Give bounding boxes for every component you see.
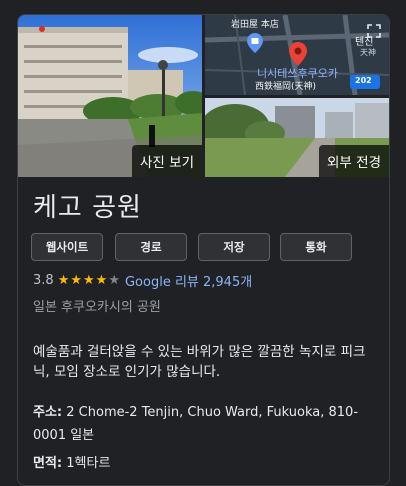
- street-view-photo[interactable]: 외부 전경: [205, 98, 389, 177]
- directions-button[interactable]: 경로: [115, 233, 187, 261]
- website-button[interactable]: 웹사이트: [31, 233, 103, 261]
- photo-grid: 사진 보기 岩田屋 本店 텐진 天神 니시테쓰후쿠오카 西鉄福岡(天神) 202…: [18, 15, 389, 177]
- address-value: 2 Chome-2 Tenjin, Chuo Ward, Fukuoka, 81…: [33, 405, 359, 443]
- map-pin-icon: [289, 42, 307, 70]
- place-description: 예술품과 걸터앉을 수 있는 바위가 많은 깔끔한 녹지로 피크닉, 모임 장소…: [33, 344, 366, 380]
- address-row: 주소: 2 Chome-2 Tenjin, Chuo Ward, Fukuoka…: [33, 401, 378, 447]
- street-view-label[interactable]: 외부 전경: [319, 145, 389, 177]
- view-photos-label[interactable]: 사진 보기: [132, 145, 202, 177]
- place-title: 케고 공원: [33, 193, 142, 223]
- rating-value: 3.8: [33, 273, 54, 288]
- call-button[interactable]: 통화: [280, 233, 352, 261]
- reviews-link[interactable]: Google 리뷰 2,945개: [125, 271, 252, 290]
- map-station-jp-label: 西鉄福岡(天神): [255, 82, 317, 92]
- area-row: 면적: 1헥타르: [33, 452, 110, 471]
- save-button[interactable]: 저장: [198, 233, 270, 261]
- rating-stars: ★★★★★: [58, 273, 121, 288]
- area-value: 1헥타르: [66, 456, 111, 471]
- knowledge-panel: 사진 보기 岩田屋 本店 텐진 天神 니시테쓰후쿠오카 西鉄福岡(天神) 202…: [17, 14, 390, 486]
- area-label: 면적:: [33, 456, 63, 471]
- main-photo[interactable]: 사진 보기: [18, 15, 202, 177]
- address-label: 주소:: [33, 405, 63, 420]
- star-icon: ★: [70, 273, 82, 288]
- expand-map-icon[interactable]: [367, 23, 381, 42]
- star-icon: ★: [108, 273, 120, 288]
- map-thumbnail[interactable]: 岩田屋 本店 텐진 天神 니시테쓰후쿠오카 西鉄福岡(天神) 202: [205, 15, 389, 95]
- map-tenjin-side-label: 天神: [360, 48, 376, 57]
- map-route-badge: 202: [355, 76, 372, 85]
- star-icon: ★: [57, 273, 70, 288]
- shopping-bag-icon: [247, 33, 263, 57]
- map-store-label: 岩田屋 本店: [231, 20, 279, 30]
- rating-row: 3.8 ★★★★★ Google 리뷰 2,945개: [33, 271, 252, 290]
- place-subtitle: 일본 후쿠오카시의 공원: [33, 300, 161, 315]
- star-icon: ★: [95, 273, 108, 288]
- star-icon: ★: [83, 273, 95, 288]
